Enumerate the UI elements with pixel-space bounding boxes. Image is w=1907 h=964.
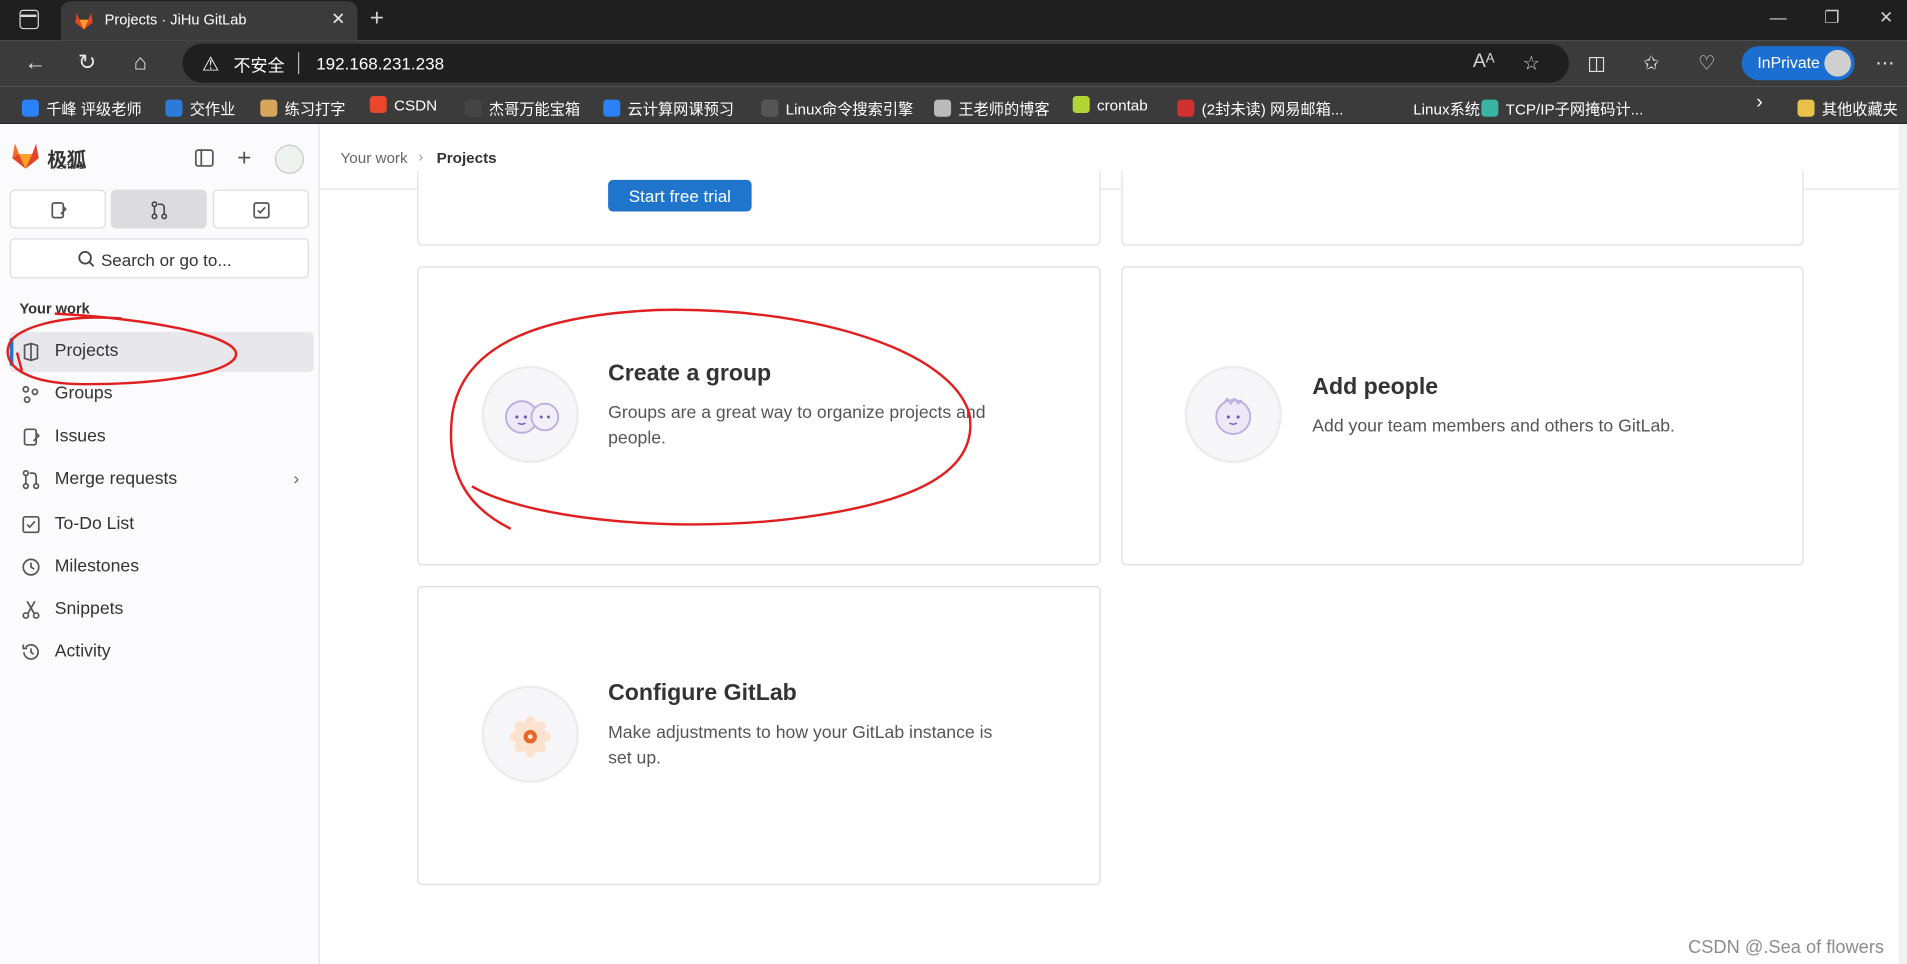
annotation-circle-create-group bbox=[449, 308, 972, 530]
annotation-overlay bbox=[6, 308, 972, 530]
annotation-circle-projects bbox=[6, 312, 238, 386]
screenshot: Projects · JiHu GitLab ✕ + — ❐ ✕ ← ↻ ⌂ ⚠… bbox=[0, 0, 1907, 964]
csdn-watermark: CSDN @.Sea of flowers bbox=[1688, 937, 1885, 958]
